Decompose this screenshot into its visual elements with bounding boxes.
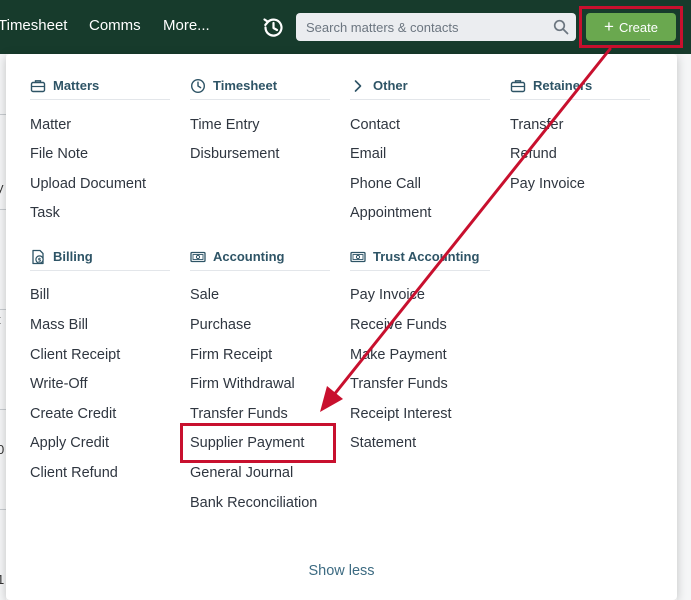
section-title-trust-accounting: Trust Accounting <box>373 249 480 264</box>
nav-timesheet[interactable]: Timesheet <box>0 17 67 34</box>
menu-item-time-entry[interactable]: Time Entry <box>190 117 260 133</box>
background-page-right <box>677 54 691 600</box>
invoice-dollar-icon: $ <box>32 249 44 265</box>
section-retainers: Retainers <box>510 78 650 100</box>
menu-item-client-refund[interactable]: Client Refund <box>30 465 118 481</box>
menu-item-contact[interactable]: Contact <box>350 117 400 133</box>
menu-item-make-payment[interactable]: Make Payment <box>350 347 447 363</box>
section-title-accounting: Accounting <box>213 249 285 264</box>
section-title-billing: Billing <box>53 249 93 264</box>
banknote-icon <box>350 251 366 263</box>
menu-item-receipt-interest[interactable]: Receipt Interest <box>350 406 452 422</box>
history-clock-icon[interactable] <box>261 15 286 40</box>
menu-item-disbursement[interactable]: Disbursement <box>190 146 279 162</box>
menu-item-bill[interactable]: Bill <box>30 287 49 303</box>
menu-item-task[interactable]: Task <box>30 205 60 221</box>
menu-item-file-note[interactable]: File Note <box>30 146 88 162</box>
search-icon[interactable] <box>553 19 569 35</box>
background-text: 0 <box>0 442 5 457</box>
nav-comms[interactable]: Comms <box>89 17 141 34</box>
menu-item-upload-document[interactable]: Upload Document <box>30 176 146 192</box>
menu-item-matter[interactable]: Matter <box>30 117 71 133</box>
menu-item-mass-bill[interactable]: Mass Bill <box>30 317 88 333</box>
section-timesheet: Timesheet <box>190 78 330 100</box>
section-title-other: Other <box>373 78 408 93</box>
menu-item-appointment[interactable]: Appointment <box>350 205 431 221</box>
background-text: 1 <box>0 572 5 587</box>
menu-item-receive-funds[interactable]: Receive Funds <box>350 317 447 333</box>
supplier-payment-highlight-box <box>180 423 336 463</box>
clock-icon <box>190 78 206 94</box>
chevron-right-icon <box>354 80 362 92</box>
section-title-timesheet: Timesheet <box>213 78 278 93</box>
menu-item-pay-invoice[interactable]: Pay Invoice <box>510 176 585 192</box>
menu-item-firm-receipt[interactable]: Firm Receipt <box>190 347 272 363</box>
section-other: Other <box>350 78 490 100</box>
background-text: y <box>0 180 4 195</box>
section-accounting: Accounting <box>190 249 330 271</box>
search-box <box>296 13 576 41</box>
menu-item-email[interactable]: Email <box>350 146 386 162</box>
menu-item-purchase[interactable]: Purchase <box>190 317 251 333</box>
menu-item-statement[interactable]: Statement <box>350 435 416 451</box>
section-title-retainers: Retainers <box>533 78 593 93</box>
show-less-link[interactable]: Show less <box>6 563 677 579</box>
menu-item-trust-pay-invoice[interactable]: Pay Invoice <box>350 287 425 303</box>
menu-item-trust-transfer-funds[interactable]: Transfer Funds <box>350 376 448 392</box>
section-billing: $ Billing <box>30 249 170 271</box>
menu-item-client-receipt[interactable]: Client Receipt <box>30 347 120 363</box>
briefcase-icon <box>30 80 46 93</box>
create-dropdown-menu: Matters Matter File Note Upload Document… <box>6 54 677 600</box>
menu-item-apply-credit[interactable]: Apply Credit <box>30 435 109 451</box>
menu-item-bank-reconciliation[interactable]: Bank Reconciliation <box>190 495 317 511</box>
section-trust-accounting: Trust Accounting <box>350 249 490 271</box>
svg-text:$: $ <box>38 257 42 263</box>
briefcase-icon <box>510 80 526 93</box>
menu-item-write-off[interactable]: Write-Off <box>30 376 87 392</box>
menu-item-create-credit[interactable]: Create Credit <box>30 406 116 422</box>
menu-item-transfer-funds[interactable]: Transfer Funds <box>190 406 288 422</box>
section-title-matters: Matters <box>53 78 100 93</box>
menu-item-transfer[interactable]: Transfer <box>510 117 563 133</box>
background-text: t <box>0 312 1 327</box>
nav-more[interactable]: More... <box>163 17 210 34</box>
section-matters: Matters <box>30 78 170 100</box>
menu-item-phone-call[interactable]: Phone Call <box>350 176 421 192</box>
search-input[interactable] <box>296 13 546 41</box>
menu-item-sale[interactable]: Sale <box>190 287 219 303</box>
create-highlight-box <box>579 6 683 48</box>
banknote-icon <box>190 251 206 263</box>
menu-item-firm-withdrawal[interactable]: Firm Withdrawal <box>190 376 295 392</box>
menu-item-general-journal[interactable]: General Journal <box>190 465 293 481</box>
menu-item-refund[interactable]: Refund <box>510 146 557 162</box>
